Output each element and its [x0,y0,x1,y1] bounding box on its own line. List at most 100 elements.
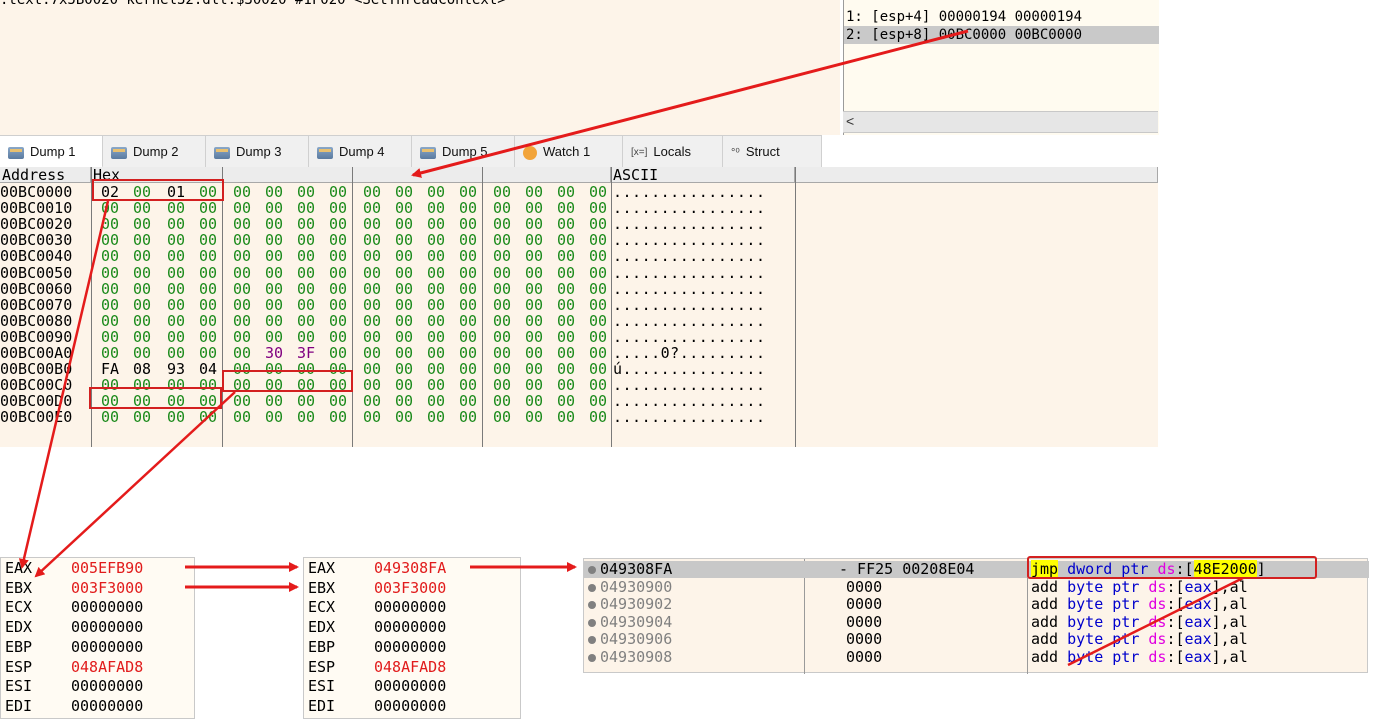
register-value[interactable]: 005EFB90 [71,559,143,578]
hex-byte[interactable]: 00 [583,361,613,377]
hex-byte[interactable]: 00 [227,216,257,232]
hex-byte[interactable]: 00 [95,281,125,297]
hex-byte[interactable]: 00 [583,248,613,264]
hex-byte[interactable]: 00 [453,281,483,297]
hex-byte[interactable]: 00 [161,248,191,264]
hex-byte[interactable]: 00 [357,297,387,313]
hex-byte[interactable]: 00 [227,200,257,216]
hex-byte[interactable]: 00 [389,216,419,232]
hex-byte[interactable]: 08 [127,361,157,377]
hex-byte[interactable]: 00 [389,409,419,425]
disasm-row[interactable]: 04930902 0000 add byte ptr ds:[eax],al [584,596,1369,613]
hex-byte[interactable]: 00 [227,409,257,425]
scroll-left-arrow[interactable]: < [846,113,854,129]
register-value[interactable]: 048AFAD8 [71,658,143,677]
ascii-column-header[interactable]: ASCII [611,167,795,183]
disasm-row[interactable]: 04930900 0000 add byte ptr ds:[eax],al [584,578,1369,596]
hex-byte[interactable]: 00 [291,232,321,248]
hex-byte[interactable]: 00 [259,200,289,216]
disassembly-panel[interactable]: 049308FA - FF25 00208E04 jmp dword ptr ds:… [583,556,1369,674]
ascii-text[interactable]: ................ [613,216,766,232]
disasm-row[interactable]: 04930904 0000 add byte ptr ds:[eax],al [584,613,1369,631]
register-row-ecx[interactable]: ECX 00000000 [304,598,520,617]
hex-byte[interactable]: 00 [453,232,483,248]
hex-byte[interactable]: 00 [519,265,549,281]
tab-watch-1[interactable]: Watch 1 [515,136,623,168]
hex-byte[interactable]: 00 [227,184,257,200]
hex-byte[interactable]: 00 [487,281,517,297]
hex-byte[interactable]: 00 [357,184,387,200]
hex-byte[interactable]: 00 [127,409,157,425]
hex-byte[interactable]: 00 [421,200,451,216]
hex-byte[interactable]: 00 [161,409,191,425]
hex-byte[interactable]: 00 [95,329,125,345]
hex-byte[interactable]: 00 [227,248,257,264]
hex-byte[interactable]: 00 [95,232,125,248]
hex-byte[interactable]: 00 [227,281,257,297]
hex-byte[interactable]: 00 [193,216,223,232]
hex-byte[interactable]: 00 [193,297,223,313]
hex-byte[interactable]: 00 [127,313,157,329]
breakpoint-dot-icon[interactable] [588,618,596,627]
hex-byte[interactable]: 00 [95,345,125,361]
hex-byte[interactable]: 00 [193,345,223,361]
hex-byte[interactable]: 00 [127,281,157,297]
hex-byte[interactable]: 00 [259,297,289,313]
dump-address[interactable]: 00BC00B0 [0,361,90,377]
hex-byte[interactable]: 00 [551,216,581,232]
hex-byte[interactable]: 00 [583,297,613,313]
hex-byte[interactable]: 00 [453,297,483,313]
hex-byte[interactable]: 00 [389,184,419,200]
hex-byte[interactable]: 00 [323,281,353,297]
hex-byte[interactable]: 00 [227,345,257,361]
hex-byte[interactable]: 00 [227,393,257,409]
hex-byte[interactable]: 00 [259,313,289,329]
breakpoint-dot-icon[interactable] [588,566,596,574]
ascii-text[interactable]: ú............... [613,361,766,377]
hex-byte[interactable]: 00 [551,329,581,345]
register-value[interactable]: 00000000 [71,638,143,657]
disasm-address[interactable]: 04930906 [600,631,672,648]
hex-byte[interactable]: 00 [421,329,451,345]
hex-byte[interactable]: 00 [161,329,191,345]
hex-byte[interactable]: 00 [487,232,517,248]
hex-byte[interactable]: 00 [323,232,353,248]
hex-byte[interactable]: 00 [357,409,387,425]
address-column-header[interactable]: Address [0,167,91,183]
hex-byte[interactable]: 00 [519,409,549,425]
hex-byte[interactable]: 00 [421,248,451,264]
hex-byte[interactable]: 00 [519,184,549,200]
hex-byte[interactable]: 00 [323,265,353,281]
hex-byte[interactable]: 00 [519,232,549,248]
hex-byte[interactable]: 00 [421,377,451,393]
hex-byte[interactable]: 00 [161,232,191,248]
hex-byte[interactable]: 00 [291,216,321,232]
dump-address[interactable]: 00BC0010 [0,200,90,216]
hex-byte[interactable]: 00 [291,393,321,409]
tab-struct[interactable]: °⁰ Struct [723,136,822,168]
hex-byte[interactable]: 00 [95,313,125,329]
hex-byte[interactable]: 00 [227,329,257,345]
stack-row-selected[interactable]: 2: [esp+8] 00BC0000 00BC0000 [844,26,1159,44]
tab-locals[interactable]: [x=] Locals [623,136,723,168]
hex-byte[interactable]: 00 [389,265,419,281]
hex-byte[interactable]: 00 [161,216,191,232]
register-row-esp[interactable]: ESP 048AFAD8 [1,658,194,677]
tab-dump-3[interactable]: Dump 3 [206,136,309,168]
hex-byte[interactable]: 00 [193,248,223,264]
hex-byte[interactable]: 00 [583,345,613,361]
disasm-instruction[interactable]: add byte ptr ds:[eax],al [1031,596,1248,613]
hex-byte[interactable]: 00 [583,184,613,200]
hex-byte[interactable]: 00 [323,297,353,313]
register-row-edi[interactable]: EDI 00000000 [304,697,520,716]
hex-byte[interactable]: 00 [519,329,549,345]
register-value[interactable]: 00000000 [374,677,446,696]
hex-byte[interactable]: 00 [161,265,191,281]
hex-byte[interactable]: 00 [95,265,125,281]
hex-byte[interactable]: 00 [487,313,517,329]
hex-byte[interactable]: 00 [519,248,549,264]
hex-dump-panel[interactable]: Address Hex ASCII 00BC0000 02 00 01 00 00 00 00… [0,167,1158,447]
register-value[interactable]: 003F3000 [71,579,143,598]
hex-byte[interactable]: 00 [127,297,157,313]
register-value[interactable]: 00000000 [374,618,446,637]
